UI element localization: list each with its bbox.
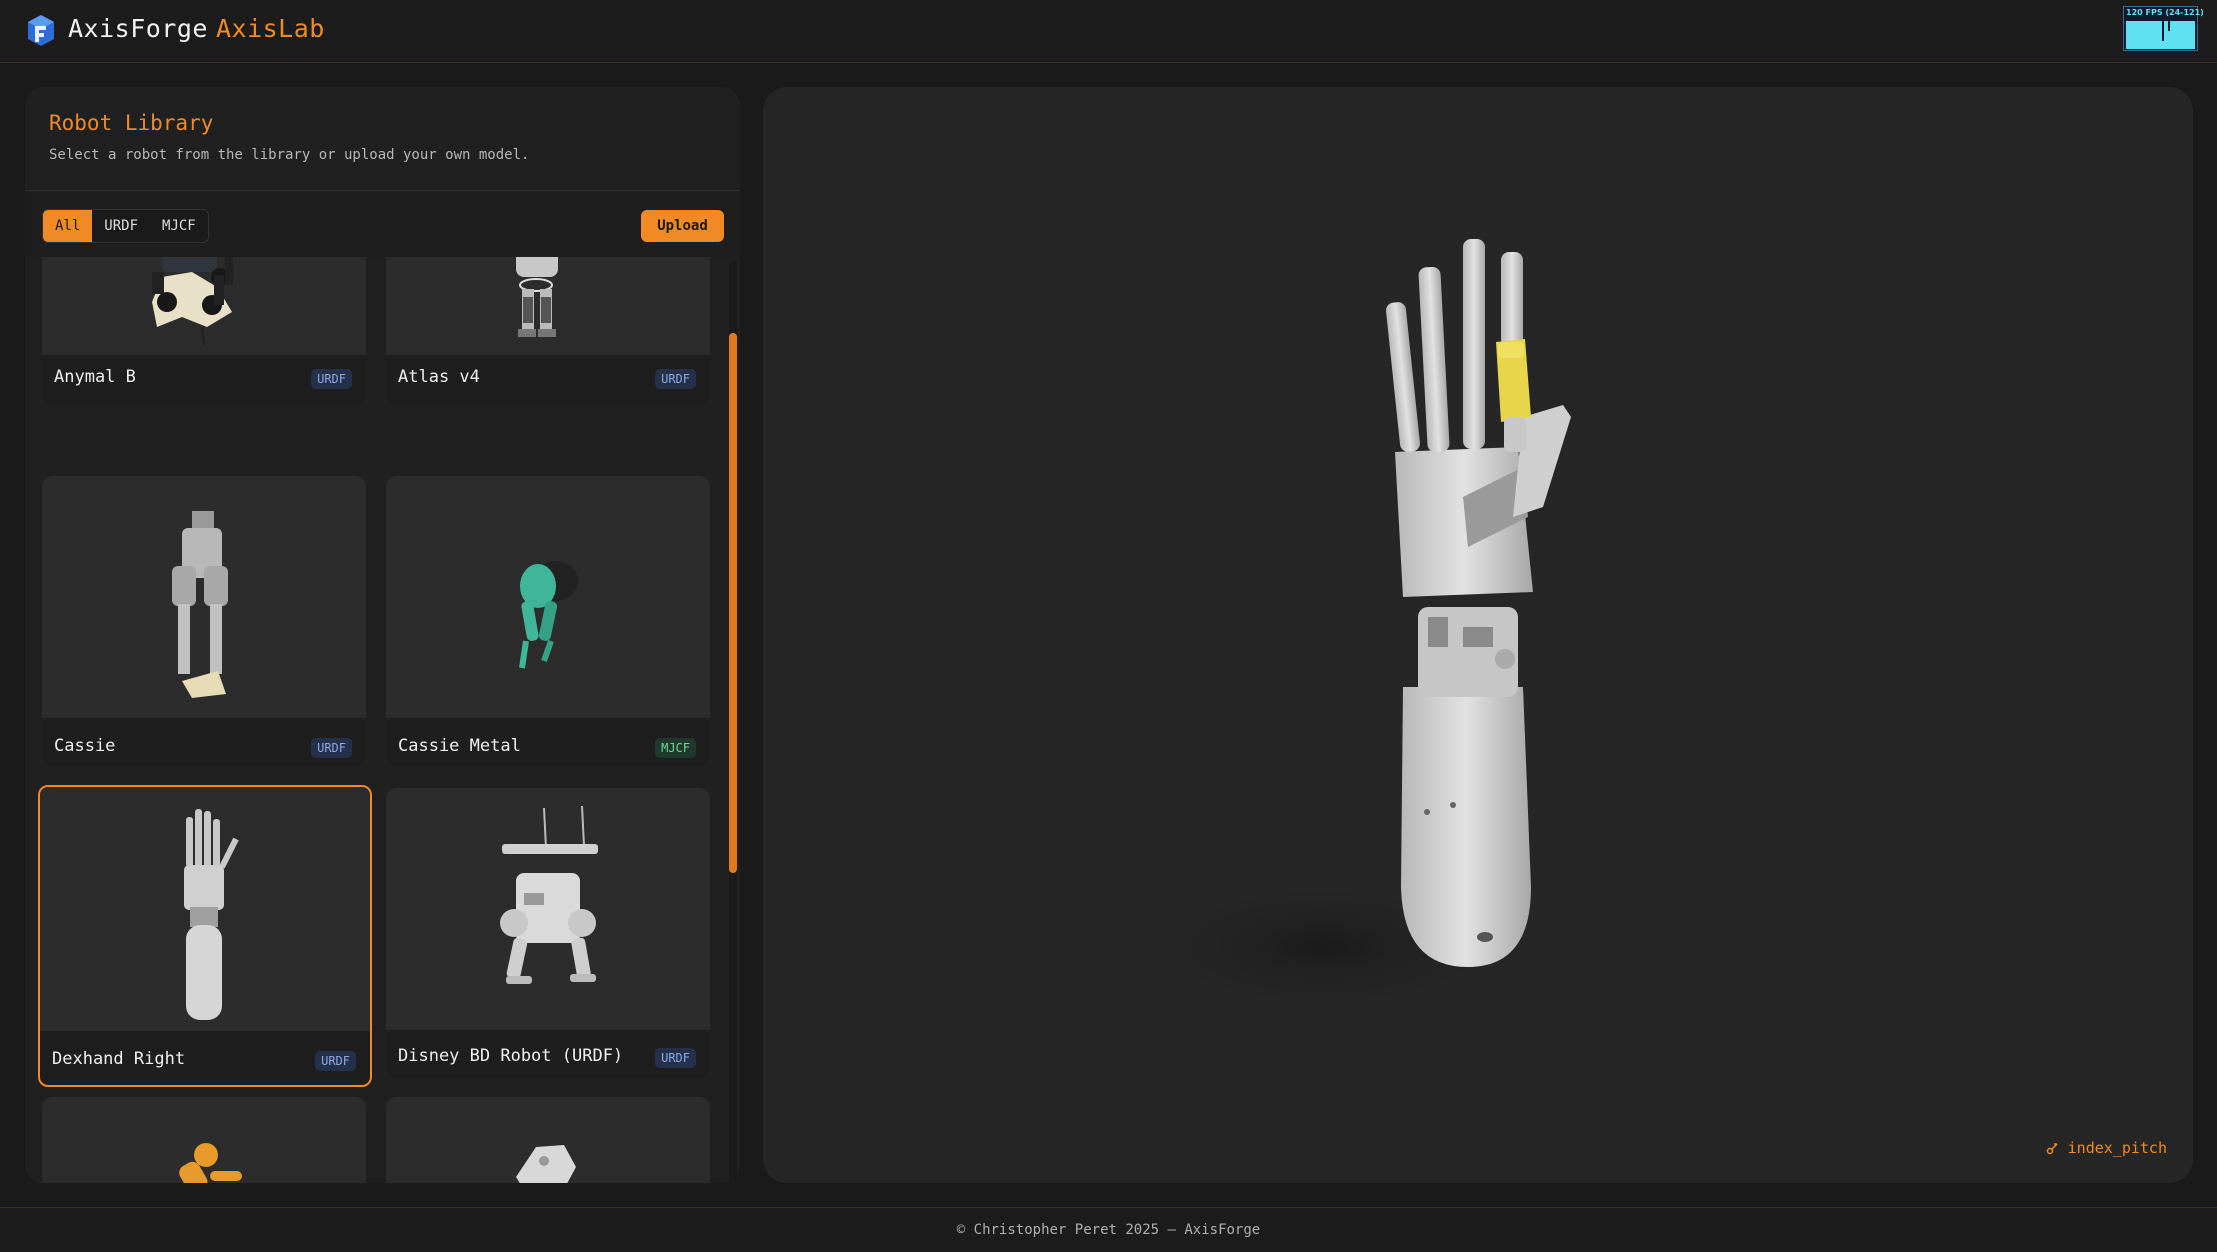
fps-monitor[interactable]: 120 FPS (24-121) bbox=[2123, 6, 2204, 51]
robot-card-partial[interactable] bbox=[386, 1097, 710, 1183]
upload-button[interactable]: Upload bbox=[641, 210, 724, 242]
library-scrollbar[interactable] bbox=[729, 261, 737, 1181]
footer: © Christopher Peret 2025 – AxisForge bbox=[0, 1207, 2217, 1252]
robot-name: Cassie Metal bbox=[398, 736, 521, 756]
format-badge: MJCF bbox=[655, 738, 696, 758]
tab-mjcf[interactable]: MJCF bbox=[150, 210, 208, 242]
robot-name: Disney BD Robot (URDF) bbox=[398, 1046, 624, 1066]
format-badge: URDF bbox=[655, 1048, 696, 1068]
robot-thumbnail bbox=[386, 1097, 710, 1183]
axisforge-logo-icon[interactable] bbox=[26, 14, 56, 47]
fps-graph bbox=[2126, 21, 2195, 49]
dexhand-model[interactable] bbox=[763, 87, 2193, 1183]
app-brand[interactable]: AxisForge AxisLab bbox=[68, 14, 325, 43]
robot-card-cassie-metal[interactable]: Cassie Metal MJCF bbox=[386, 476, 710, 766]
robot-grid[interactable]: Anymal B URDF Atlas v4 URDF Cassie URDF … bbox=[25, 257, 725, 1183]
robot-card-atlas-v4[interactable]: Atlas v4 URDF bbox=[386, 257, 710, 405]
robot-thumbnail bbox=[42, 257, 366, 355]
format-badge: URDF bbox=[311, 369, 352, 389]
footer-text: © Christopher Peret 2025 – AxisForge bbox=[956, 1222, 1261, 1238]
robot-thumbnail bbox=[42, 476, 366, 718]
format-badge: URDF bbox=[315, 1051, 356, 1071]
robot-card-dexhand-right[interactable]: Dexhand Right URDF bbox=[38, 785, 372, 1087]
robot-card-partial[interactable] bbox=[42, 1097, 366, 1183]
robot-thumbnail bbox=[386, 257, 710, 355]
scrollbar-thumb[interactable] bbox=[729, 333, 737, 873]
robot-thumbnail bbox=[40, 787, 370, 1031]
fps-label: 120 FPS (24-121) bbox=[2126, 8, 2204, 17]
joint-name: index_pitch bbox=[2067, 1139, 2167, 1157]
joint-icon bbox=[2046, 1143, 2058, 1155]
robot-library-panel: Robot Library Select a robot from the li… bbox=[25, 87, 740, 1183]
robot-card-anymal-b[interactable]: Anymal B URDF bbox=[42, 257, 366, 405]
robot-thumbnail bbox=[386, 788, 710, 1030]
tab-all[interactable]: All bbox=[43, 210, 93, 242]
robot-thumbnail bbox=[42, 1097, 366, 1183]
robot-thumbnail bbox=[386, 476, 710, 718]
format-filter-tabs: All URDF MJCF bbox=[42, 209, 209, 243]
brand-secondary: AxisLab bbox=[215, 14, 325, 43]
tab-urdf[interactable]: URDF bbox=[92, 210, 150, 242]
library-header bbox=[25, 87, 740, 191]
brand-primary: AxisForge bbox=[68, 14, 208, 43]
selected-joint-label: index_pitch bbox=[2046, 1139, 2167, 1157]
robot-name: Dexhand Right bbox=[52, 1049, 186, 1069]
format-badge: URDF bbox=[311, 738, 352, 758]
robot-3d-viewer[interactable]: index_pitch bbox=[763, 87, 2193, 1183]
library-subtitle: Select a robot from the library or uploa… bbox=[49, 147, 530, 163]
app-header: AxisForge AxisLab 120 FPS (24-121) bbox=[0, 0, 2217, 63]
robot-name: Cassie bbox=[54, 736, 116, 756]
robot-card-disney-bd-robot[interactable]: Disney BD Robot (URDF) URDF bbox=[386, 788, 710, 1078]
robot-name: Anymal B bbox=[54, 367, 136, 387]
format-badge: URDF bbox=[655, 369, 696, 389]
robot-card-cassie[interactable]: Cassie URDF bbox=[42, 476, 366, 766]
robot-name: Atlas v4 bbox=[398, 367, 480, 387]
library-title: Robot Library bbox=[49, 111, 214, 135]
